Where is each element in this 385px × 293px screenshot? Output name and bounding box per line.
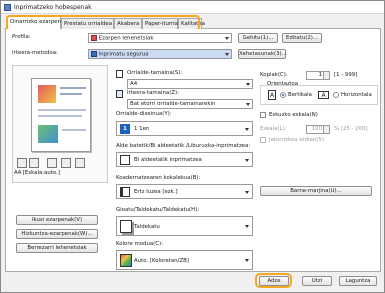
portrait-label: Bertikala xyxy=(288,92,312,98)
preview-text-line xyxy=(60,93,82,95)
layout-1up-icon: 1 xyxy=(120,124,130,134)
chevron-down-icon xyxy=(245,191,249,194)
color-mode-select[interactable]: Auto. [Koloretan/ZB] xyxy=(116,250,253,270)
printer-app-icon xyxy=(4,4,11,11)
center-original-label: Jatorrizkoa erdian(5) xyxy=(269,137,324,143)
secure-print-icon xyxy=(91,51,97,57)
manual-scaling-label: Eskuzko eskala(N) xyxy=(269,112,318,118)
color-mode-label: Kolore modua(C): xyxy=(116,241,163,247)
show-settings-button[interactable]: Ikusi ezarpenak(V) xyxy=(16,215,98,225)
edit-profile-button[interactable]: Editatu(2)... xyxy=(282,33,322,43)
profile-icon xyxy=(91,35,97,41)
cancel-button[interactable]: Utzi xyxy=(302,276,332,286)
profile-value: Ezarpen lehenetsiak xyxy=(98,35,154,42)
title-bar: Inprimatzeko hobespenak xyxy=(1,1,384,14)
binding-label: Koadernatzearen kokalekua(B): xyxy=(116,175,201,181)
page-preview xyxy=(12,65,108,183)
landscape-icon: A xyxy=(318,91,329,99)
preview-toolbar xyxy=(17,158,105,169)
chevron-down-icon xyxy=(245,259,249,262)
collate-select[interactable]: Taldekatu xyxy=(116,216,253,236)
duplex-icon[interactable] xyxy=(29,158,39,168)
profile-label: Profila: xyxy=(12,34,31,40)
add-profile-button[interactable]: Gehitu(1)... xyxy=(238,33,278,43)
chevron-down-icon xyxy=(246,83,250,86)
portrait-icon: A xyxy=(268,90,276,100)
chevron-down-icon xyxy=(225,53,229,56)
output-size-label: Irteera-tamaina(Z): xyxy=(127,90,179,96)
chevron-down-icon xyxy=(245,128,249,131)
restore-defaults-button[interactable]: Berrezarri lehenetsiak xyxy=(16,243,98,253)
collate-label: Gioatu/Taldekatu/Taldekatu(H): xyxy=(116,207,200,213)
ok-highlight-ring xyxy=(255,273,292,288)
manual-scaling-checkbox[interactable] xyxy=(260,112,266,118)
page-size-value: A4 xyxy=(130,81,138,87)
output-method-value: Inprimatu segurua xyxy=(98,51,149,58)
copies-stepper[interactable]: 1 xyxy=(306,71,330,80)
binding-long-edge-icon xyxy=(120,187,130,197)
details-button[interactable]: Xehetasunak(3)... xyxy=(238,49,287,59)
duplex-print-icon xyxy=(120,155,130,165)
help-button[interactable]: Laguntza xyxy=(339,276,377,286)
duplex-label: Alde batetik/Bi aldeetatik./Liburuxka-in… xyxy=(116,143,251,149)
page-size-icon xyxy=(116,70,123,78)
portrait-radio[interactable] xyxy=(280,92,286,98)
window-title: Inprimatzeko hobespenak xyxy=(14,4,92,11)
binding-value: Ertz luzea [ezk.] xyxy=(134,189,178,195)
page-size-label: Orrialde-tamaina(S): xyxy=(127,70,183,76)
layout-select[interactable]: 1 1 1en xyxy=(116,121,253,136)
collate-value: Taldekatu xyxy=(134,224,160,230)
output-size-icon xyxy=(116,90,123,98)
duplex-select[interactable]: Bi aldeetatik inprimatzea xyxy=(116,152,253,167)
preview-text-line xyxy=(38,109,86,111)
landscape-radio[interactable] xyxy=(333,92,339,98)
chevron-down-icon xyxy=(225,37,229,40)
language-settings-button[interactable]: Hizkuntza-ezarpenak(W)... xyxy=(16,229,98,239)
output-size-value: Bat etorri orrialde-tamainarekin xyxy=(130,101,216,107)
preview-image-icon xyxy=(38,125,58,143)
preview-caption: A4 [Eskala:auto.] xyxy=(14,170,60,176)
center-original-checkbox[interactable] xyxy=(260,137,266,143)
chevron-down-icon xyxy=(245,159,249,162)
preview-image-icon xyxy=(38,85,56,103)
preview-page xyxy=(31,78,91,152)
preview-text-line xyxy=(60,87,86,89)
scale-label: Eskala(L): xyxy=(260,126,287,132)
preview-text-line xyxy=(62,129,86,131)
copies-label: Kopiak(C): xyxy=(260,72,288,78)
gutter-button[interactable]: Barne-marjina(U)... xyxy=(260,186,372,196)
preferences-window: Inprimatzeko hobespenak Oinarrizko ezarp… xyxy=(0,0,385,293)
collate-icon xyxy=(120,220,132,233)
landscape-label: Horizontala xyxy=(341,92,372,98)
layout-label: Orrialde-diseinua(Y): xyxy=(116,111,172,117)
chevron-down-icon xyxy=(245,225,249,228)
output-method-select[interactable]: Inprimatu segurua xyxy=(88,49,232,59)
staple-icon[interactable] xyxy=(61,158,71,168)
color-mode-value: Auto. [Koloretan/ZB] xyxy=(134,258,189,264)
zoom-icon[interactable] xyxy=(75,158,85,168)
profile-select[interactable]: Ezarpen lehenetsiak xyxy=(88,33,232,43)
page-size-select[interactable]: A4 xyxy=(127,79,253,89)
scale-stepper[interactable]: 100 xyxy=(306,125,330,134)
duplex-value: Bi aldeetatik inprimatzea xyxy=(134,157,202,163)
chevron-down-icon xyxy=(246,103,250,106)
output-size-select[interactable]: Bat etorri orrialde-tamainarekin xyxy=(127,99,253,109)
binding-select[interactable]: Ertz luzea [ezk.] xyxy=(116,184,253,199)
copies-range: [1 - 999] xyxy=(334,72,358,78)
booklet-icon[interactable] xyxy=(47,158,57,168)
scale-range: % [25 - 200] xyxy=(334,126,368,132)
output-method-label: Irteera-metodoa: xyxy=(12,50,58,56)
preview-text-line xyxy=(38,115,82,117)
color-auto-icon xyxy=(120,254,132,267)
settings-panel: Profila: Ezarpen lehenetsiak Gehitu(1)..… xyxy=(5,29,381,272)
stack-icon[interactable] xyxy=(17,158,27,168)
layout-value: 1 1en xyxy=(134,126,150,132)
